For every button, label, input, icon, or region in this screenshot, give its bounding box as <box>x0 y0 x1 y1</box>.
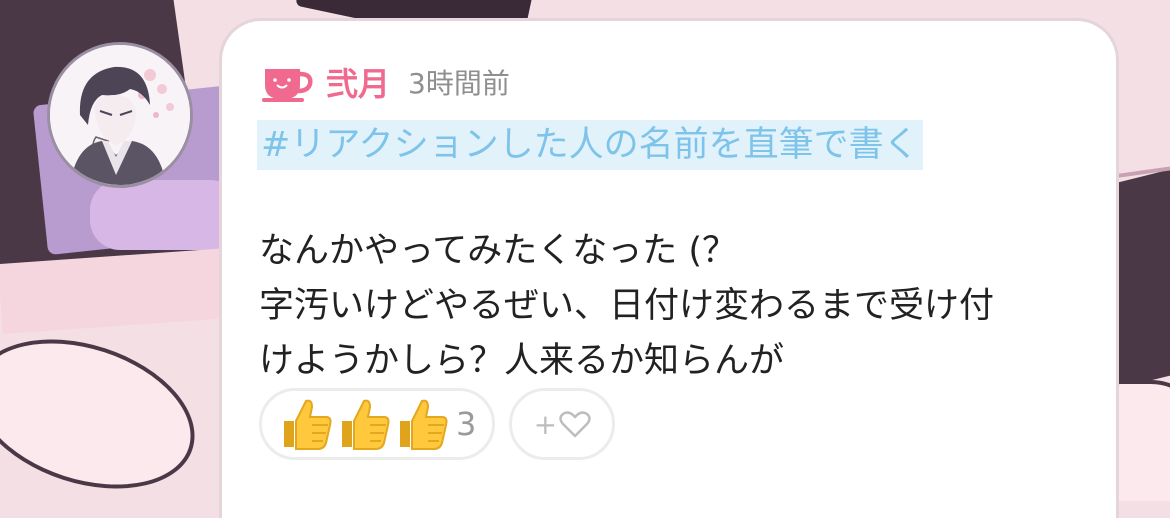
username[interactable]: 弐月 <box>326 63 390 105</box>
thumbs-up-icon <box>334 395 392 453</box>
reaction-count: 3 <box>456 405 477 443</box>
thumbs-up-icon <box>276 395 334 453</box>
teacup-icon <box>262 69 313 102</box>
post-timestamp: 3時間前 <box>408 67 510 100</box>
post-body: なんかやってみたくなった (？ 字汚いけどやるぜい、日付け変わるまで受け付 けよ… <box>259 224 1119 389</box>
bg-shape <box>0 313 214 501</box>
bg-shape <box>90 180 240 250</box>
avatar-illustration <box>50 45 190 185</box>
thumbs-up-icon <box>392 395 450 453</box>
post-header: 弐月 3時間前 <box>262 63 510 105</box>
plus-label: + <box>533 407 558 441</box>
reaction-bar: 3 + <box>259 388 616 460</box>
post-body-line: なんかやってみたくなった (？ <box>259 231 738 271</box>
reaction-thumbs-up-chip[interactable]: 3 <box>259 388 496 460</box>
avatar[interactable] <box>47 42 193 188</box>
post-body-line: けようかしら？人来るか知らんが <box>259 341 785 381</box>
hashtag-link[interactable]: #リアクションした人の名前を直筆で書く <box>257 120 923 170</box>
post-body-line: 字汚いけどやるぜい、日付け変わるまで受け付 <box>259 286 995 326</box>
heart-outline-icon <box>559 411 591 438</box>
post-card[interactable]: 弐月 3時間前 #リアクションした人の名前を直筆で書く なんかやってみたくなった… <box>219 18 1119 518</box>
add-reaction-button[interactable]: + <box>509 388 616 460</box>
